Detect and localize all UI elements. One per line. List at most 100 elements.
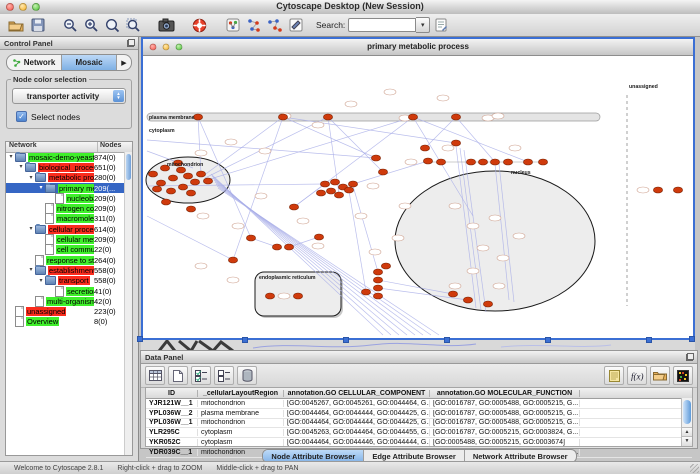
search-options-button[interactable] — [430, 15, 451, 35]
annotation-button[interactable] — [285, 15, 306, 35]
graph-node[interactable] — [373, 277, 382, 283]
help-button[interactable] — [189, 15, 210, 35]
frame-resize-handle[interactable] — [545, 337, 551, 343]
expand-arrow-icon[interactable]: ▾ — [7, 152, 15, 162]
graph-node[interactable] — [289, 204, 298, 210]
tree-scrollbar-thumb[interactable] — [126, 154, 131, 180]
tree-row[interactable]: ▾establishment of lo558(0) — [6, 265, 125, 275]
edge[interactable] — [413, 117, 528, 162]
expand-arrow-icon[interactable]: ▾ — [27, 173, 35, 183]
graph-node[interactable] — [344, 187, 353, 193]
tree-row[interactable]: ▾primary metabo209(... — [6, 183, 125, 193]
zoom-in-button[interactable] — [81, 15, 102, 35]
edge[interactable] — [147, 216, 233, 260]
unselect-attributes-button[interactable] — [214, 366, 234, 385]
tree-row[interactable]: unassigned223(0) — [6, 306, 125, 316]
frame-resize-handle[interactable] — [242, 337, 248, 343]
layout-attribute-button[interactable] — [264, 15, 285, 35]
scroll-down-icon[interactable]: ▼ — [682, 436, 692, 446]
table-row[interactable]: YPL036W__1mitochondrion[GO:0044464, GO:0… — [146, 419, 692, 429]
tree-row[interactable]: response to stimul264(0) — [6, 255, 125, 265]
graph-node[interactable] — [203, 178, 212, 184]
tree-row[interactable]: cell communicat22(0) — [6, 245, 125, 255]
zoom-fit-button[interactable] — [102, 15, 123, 35]
expand-arrow-icon[interactable]: ▾ — [17, 162, 25, 172]
tree-row[interactable]: cellular metabol209(0) — [6, 234, 125, 244]
tree-row[interactable]: Overview8(0) — [6, 317, 125, 327]
column-header[interactable]: annotation.GO CELLULAR_COMPONENT — [284, 390, 430, 397]
graph-node[interactable] — [278, 114, 287, 120]
graph-node[interactable] — [371, 155, 380, 161]
edge[interactable] — [233, 117, 283, 260]
graph-node[interactable] — [436, 159, 445, 165]
graph-node[interactable] — [320, 181, 329, 187]
graph-node[interactable] — [653, 187, 662, 193]
tree-row[interactable]: secretion41(0) — [6, 286, 125, 296]
graph-node[interactable] — [314, 234, 323, 240]
table-row[interactable]: YLR295Ccytoplasm[GO:0045263, GO:0044464,… — [146, 428, 692, 438]
graph-node[interactable] — [423, 158, 432, 164]
graph-node[interactable] — [193, 114, 202, 120]
graph-node[interactable] — [420, 145, 429, 151]
open-file-button[interactable] — [6, 15, 27, 35]
graph-node[interactable] — [381, 263, 390, 269]
tree-row[interactable]: ▾biological_process651(0) — [6, 162, 125, 172]
frame-resize-handle[interactable] — [689, 336, 695, 342]
select-attributes-button[interactable] — [191, 366, 211, 385]
select-nodes-checkbox[interactable]: ✓ — [16, 111, 27, 122]
attribute-editor-button[interactable] — [604, 366, 624, 385]
edge[interactable] — [353, 161, 428, 184]
graph-node[interactable] — [408, 114, 417, 120]
column-header[interactable]: _cellularLayoutRegion — [198, 390, 284, 397]
graph-node[interactable] — [186, 190, 195, 196]
tree-col-network[interactable]: Network — [6, 142, 98, 152]
graph-node[interactable] — [378, 169, 387, 175]
tree-row[interactable]: ▾mosaic-demo-yeast874(0) — [6, 152, 125, 162]
plasma-membrane-region[interactable] — [147, 113, 600, 121]
graph-node[interactable] — [168, 175, 177, 181]
graph-node[interactable] — [361, 289, 370, 295]
graph-node[interactable] — [228, 257, 237, 263]
column-header[interactable]: ID — [146, 390, 198, 397]
node-color-combobox[interactable]: transporter activity ▲▼ — [12, 88, 126, 104]
graphics-details-button[interactable] — [222, 15, 243, 35]
graph-node[interactable] — [490, 159, 499, 165]
tree-row[interactable]: macromolecule311(0) — [6, 214, 125, 224]
graph-node[interactable] — [293, 293, 302, 299]
tree-row[interactable]: ▾metabolic process280(0) — [6, 173, 125, 183]
save-session-button[interactable] — [27, 15, 48, 35]
function-builder-button[interactable]: f(x) — [627, 366, 647, 385]
edge[interactable] — [205, 117, 328, 178]
table-row[interactable]: YJR121W__1mitochondrion[GO:0045267, GO:0… — [146, 399, 692, 409]
nucleus-region[interactable] — [395, 171, 595, 311]
graph-node[interactable] — [148, 171, 157, 177]
tree-row[interactable]: ▾cellular process614(0) — [6, 224, 125, 234]
delete-attribute-button[interactable] — [237, 366, 257, 385]
graph-node[interactable] — [330, 179, 339, 185]
graph-node[interactable] — [190, 179, 199, 185]
graph-node[interactable] — [246, 235, 255, 241]
graph-node[interactable] — [463, 297, 472, 303]
zoom-out-button[interactable] — [60, 15, 81, 35]
graph-node[interactable] — [373, 269, 382, 275]
edge[interactable] — [456, 117, 495, 162]
graph-node[interactable] — [503, 159, 512, 165]
graph-node[interactable] — [323, 114, 332, 120]
import-attributes-button[interactable] — [650, 366, 670, 385]
tree-row[interactable]: nitrogen compo209(0) — [6, 203, 125, 213]
graph-node[interactable] — [316, 190, 325, 196]
expand-arrow-icon[interactable]: ▾ — [27, 224, 35, 234]
tab-mosaic[interactable]: Mosaic — [62, 55, 117, 70]
graph-node[interactable] — [178, 184, 187, 190]
graph-node[interactable] — [265, 293, 274, 299]
search-dropdown-icon[interactable]: ▾ — [416, 17, 430, 33]
graph-node[interactable] — [538, 159, 547, 165]
table-row[interactable]: YKR052Ccytoplasm[GO:0044464, GO:0044446,… — [146, 438, 692, 448]
zoom-selected-button[interactable] — [123, 15, 144, 35]
graph-node[interactable] — [156, 180, 165, 186]
graph-node[interactable] — [196, 171, 205, 177]
expand-arrow-icon[interactable]: ▾ — [27, 265, 35, 275]
graph-node[interactable] — [152, 186, 161, 192]
table-scrollbar[interactable]: ▲ ▼ — [681, 398, 692, 446]
frame-resize-handle[interactable] — [646, 337, 652, 343]
